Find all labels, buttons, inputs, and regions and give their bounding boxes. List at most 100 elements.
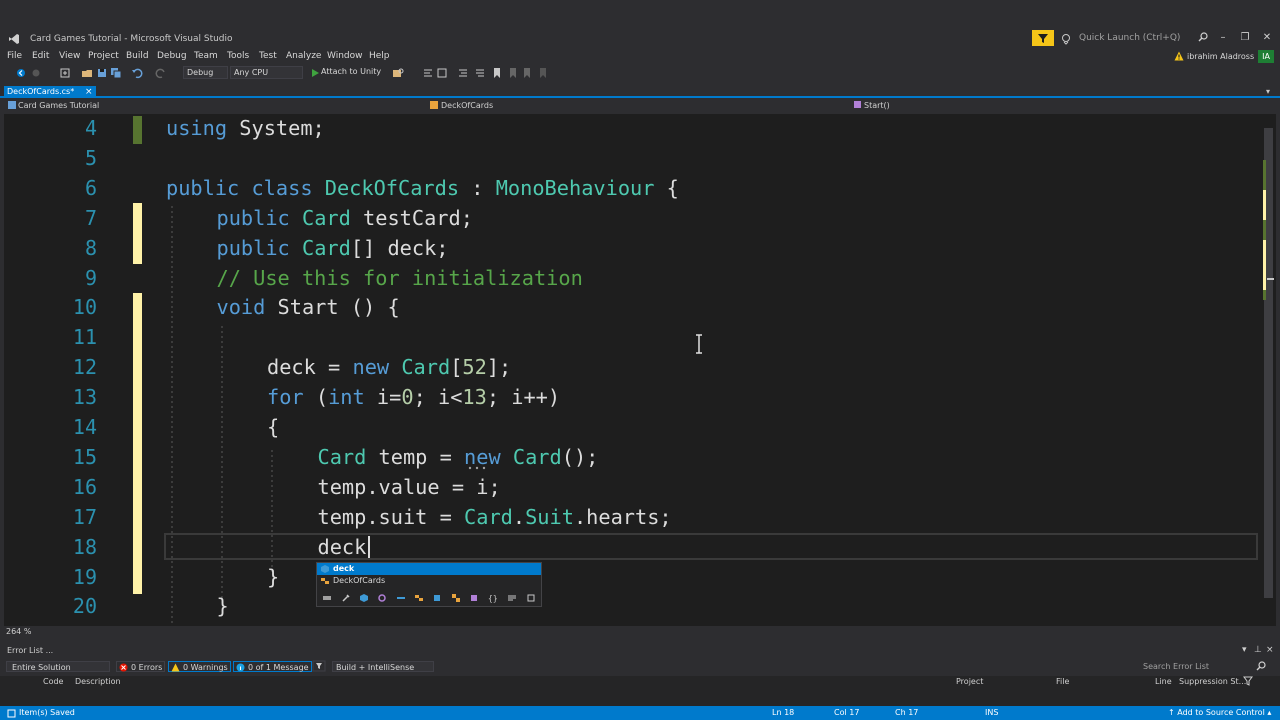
filter-enum-icon[interactable] — [451, 593, 461, 603]
code-line: } — [217, 591, 229, 621]
errors-filter-button[interactable]: 0 Errors — [116, 661, 166, 672]
code-token: System; — [227, 116, 325, 140]
type-dropdown[interactable]: DeckOfCards — [430, 100, 493, 112]
menu-edit[interactable]: Edit — [32, 51, 49, 61]
code-token: Card — [301, 235, 351, 260]
tab-close-icon[interactable]: × — [85, 86, 93, 98]
filter-struct-icon[interactable] — [432, 593, 442, 603]
column-filter-icon[interactable] — [1243, 676, 1253, 686]
project-dropdown[interactable]: Card Games Tutorial — [8, 100, 99, 112]
completion-item-deck[interactable]: deck — [317, 563, 541, 575]
open-file-icon[interactable] — [81, 67, 93, 79]
menu-tools[interactable]: Tools — [227, 51, 249, 61]
solution-platform-dropdown[interactable]: Any CPU — [230, 66, 303, 79]
column-line[interactable]: Line — [1155, 677, 1172, 686]
column-file[interactable]: File — [1056, 677, 1069, 686]
zoom-level-dropdown[interactable]: 264 % — [6, 627, 31, 636]
line-number: 11 — [72, 325, 97, 350]
scope-dropdown[interactable]: Entire Solution — [6, 661, 110, 672]
filter-event-icon[interactable] — [377, 593, 387, 603]
code-token: public — [216, 235, 290, 260]
menu-file[interactable]: File — [7, 51, 22, 61]
warnings-filter-button[interactable]: 0 Warnings — [168, 661, 231, 672]
type-name: DeckOfCards — [441, 101, 494, 110]
align-icon[interactable] — [422, 67, 434, 79]
next-bookmark-icon[interactable] — [521, 67, 533, 79]
error-list-header — [0, 645, 1280, 657]
menu-team[interactable]: Team — [194, 51, 218, 61]
code-token: . — [512, 504, 526, 529]
column-project[interactable]: Project — [956, 677, 983, 686]
menu-analyze[interactable]: Analyze — [286, 51, 321, 61]
undo-icon[interactable] — [131, 67, 143, 79]
code-token: Suit — [525, 504, 574, 529]
pin-icon[interactable]: ⊥ — [1254, 645, 1262, 655]
column-suppression-state[interactable]: Suppression St... — [1179, 677, 1246, 686]
find-in-files-icon[interactable] — [392, 67, 404, 79]
feedback-icon[interactable] — [1060, 33, 1072, 45]
clear-bookmarks-icon[interactable] — [537, 67, 549, 79]
menu-help[interactable]: Help — [369, 51, 390, 61]
window-position-icon[interactable]: ▾ — [1242, 645, 1247, 655]
close-button[interactable]: ✕ — [1257, 30, 1277, 46]
code-line: using System; — [166, 113, 325, 143]
menu-test[interactable]: Test — [259, 51, 277, 61]
code-token: Card — [464, 504, 513, 529]
prev-bookmark-icon[interactable] — [507, 67, 519, 79]
filter-class-icon[interactable] — [414, 593, 424, 603]
svg-text:{}: {} — [488, 594, 497, 603]
filter-property-icon[interactable] — [341, 593, 351, 603]
filter-method-icon[interactable] — [359, 593, 369, 603]
column-code[interactable]: Code — [43, 677, 63, 686]
messages-filter-button[interactable]: 0 of 1 Message — [233, 661, 312, 672]
user-name[interactable]: ibrahim Aladross — [1187, 52, 1254, 61]
menu-window[interactable]: Window — [327, 51, 363, 61]
filter-snippet-icon[interactable] — [526, 593, 536, 603]
outline-icon[interactable] — [436, 67, 448, 79]
bookmark-icon[interactable] — [491, 67, 503, 79]
save-all-icon[interactable] — [110, 67, 122, 79]
completion-item-deckofcards[interactable]: DeckOfCards — [317, 575, 541, 587]
add-to-source-control-button[interactable]: ↑ Add to Source Control ▴ — [1168, 708, 1271, 717]
member-dropdown[interactable]: Start() — [854, 100, 890, 112]
solution-configuration-dropdown[interactable]: Debug — [183, 66, 228, 79]
comment-out-icon[interactable] — [457, 67, 469, 79]
play-icon[interactable] — [309, 67, 321, 79]
close-panel-icon[interactable]: × — [1266, 645, 1274, 655]
filter-field-icon[interactable] — [396, 593, 406, 603]
new-project-icon[interactable] — [59, 67, 71, 79]
line-number: 19 — [72, 564, 97, 589]
filter-keyword-icon[interactable] — [507, 593, 517, 603]
notification-filter-icon[interactable] — [1032, 30, 1054, 46]
redo-icon[interactable] — [155, 67, 167, 79]
column-description[interactable]: Description — [75, 677, 121, 686]
tab-deckofcards[interactable]: DeckOfCards.cs* — [4, 86, 96, 98]
filter-delegate-icon[interactable] — [469, 593, 479, 603]
forward-icon[interactable] — [30, 67, 42, 79]
menu-debug[interactable]: Debug — [157, 51, 187, 61]
search-error-list-input[interactable]: Search Error List — [1140, 661, 1266, 672]
menu-project[interactable]: Project — [88, 51, 119, 61]
filter-interface-icon[interactable] — [322, 593, 332, 603]
quick-launch-input[interactable]: Quick Launch (Ctrl+Q) — [1075, 31, 1215, 45]
maximize-button[interactable]: ❐ — [1235, 30, 1255, 46]
attach-to-unity-button[interactable]: Attach to Unity — [321, 67, 381, 76]
back-icon[interactable] — [15, 67, 27, 79]
build-intellisense-dropdown[interactable]: Build + IntelliSense — [332, 661, 434, 672]
minimize-button[interactable]: – — [1213, 30, 1233, 46]
saved-icon — [7, 709, 16, 718]
build-filter-icon[interactable] — [312, 660, 326, 672]
uncomment-icon[interactable] — [474, 67, 486, 79]
search-icon[interactable] — [1198, 32, 1208, 42]
tab-overflow-icon[interactable]: ▾ — [1266, 87, 1270, 96]
menu-view[interactable]: View — [59, 51, 80, 61]
code-token: using — [166, 116, 228, 140]
menu-build[interactable]: Build — [126, 51, 149, 61]
save-icon[interactable] — [96, 67, 108, 79]
line-number: 4 — [84, 116, 97, 140]
filter-namespace-icon[interactable]: {} — [487, 593, 497, 603]
search-icon[interactable] — [1256, 661, 1266, 671]
avatar[interactable]: IA — [1258, 50, 1274, 63]
